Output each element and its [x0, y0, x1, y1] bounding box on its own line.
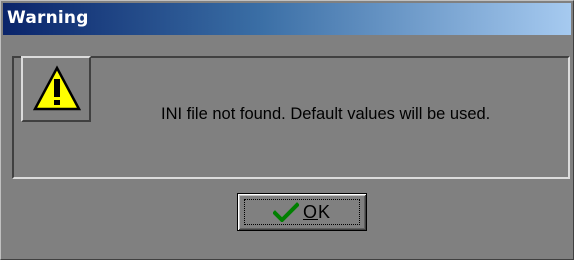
- dialog-message: INI file not found. Default values will …: [161, 105, 491, 123]
- warning-icon-frame: [21, 56, 91, 122]
- checkmark-icon: [272, 202, 299, 222]
- title-bar[interactable]: Warning: [3, 3, 571, 35]
- ok-button-label: OK: [303, 202, 331, 223]
- window-title: Warning: [7, 8, 89, 28]
- ok-label-rest: K: [318, 201, 332, 222]
- warning-dialog: Warning INI file not found. Default valu…: [0, 0, 574, 260]
- ok-mnemonic: O: [302, 201, 318, 222]
- warning-triangle-icon: [32, 65, 82, 111]
- ok-button[interactable]: OK: [237, 193, 367, 231]
